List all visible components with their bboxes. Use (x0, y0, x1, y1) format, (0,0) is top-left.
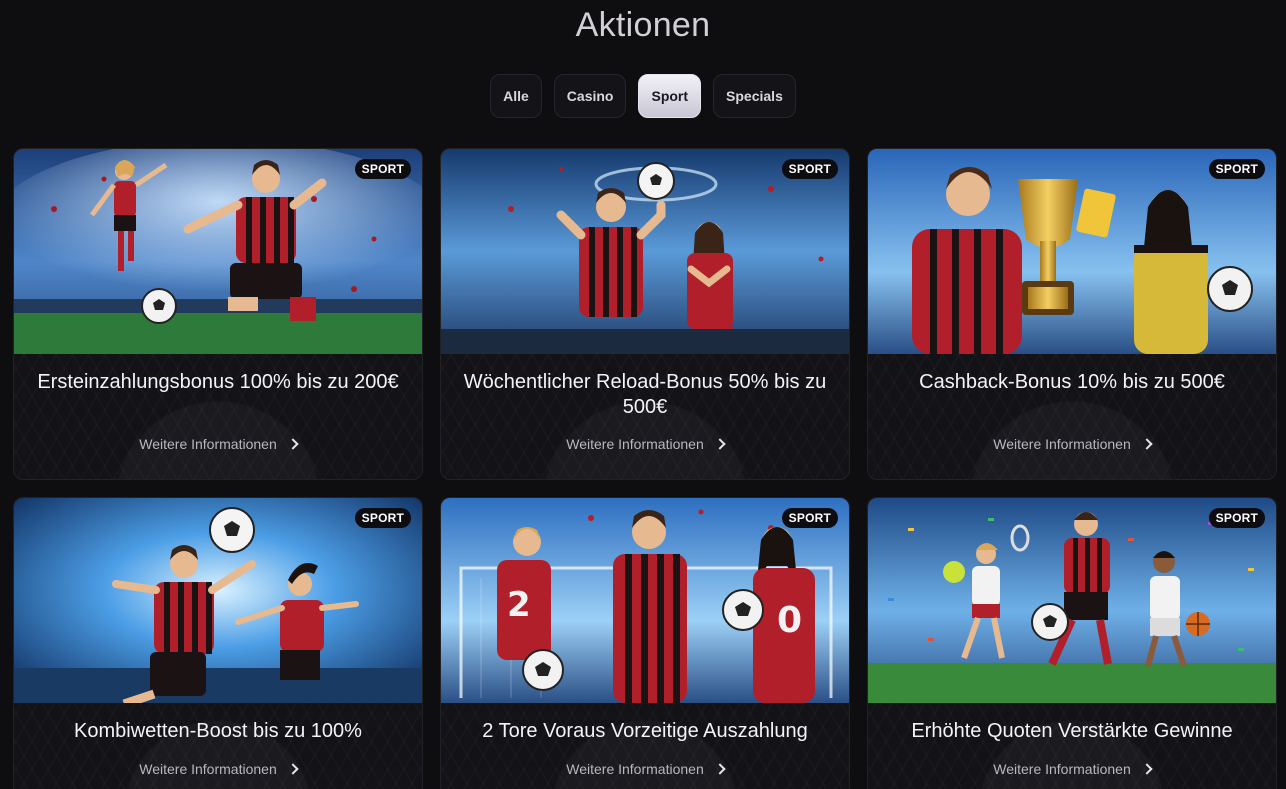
chevron-right-icon (287, 763, 299, 775)
more-info-label: Weitere Informationen (139, 436, 277, 452)
more-info-label: Weitere Informationen (993, 436, 1131, 452)
promo-image (14, 149, 422, 354)
more-info-link[interactable]: Weitere Informationen (868, 436, 1276, 452)
promo-title: Cashback-Bonus 10% bis zu 500€ (919, 371, 1225, 393)
more-info-link[interactable]: Weitere Informationen (441, 436, 849, 452)
promo-image (441, 149, 849, 354)
tab-alle[interactable]: Alle (490, 74, 542, 118)
promo-card[interactable]: SPORT Erhöhte Quoten Verstärkte Gewinne … (867, 497, 1277, 789)
chevron-right-icon (287, 438, 299, 450)
sport-badge: SPORT (1208, 159, 1265, 179)
promo-title: Ersteinzahlungsbonus 100% bis zu 200€ (37, 371, 399, 393)
promo-title: Kombiwetten-Boost bis zu 100% (74, 720, 362, 742)
sport-badge: SPORT (1208, 508, 1265, 528)
more-info-label: Weitere Informationen (139, 761, 277, 777)
promo-image (868, 498, 1276, 703)
tab-casino[interactable]: Casino (553, 74, 627, 118)
sport-badge: SPORT (781, 508, 838, 528)
more-info-label: Weitere Informationen (993, 761, 1131, 777)
promo-title: Wöchentlicher Reload-Bonus 50% bis zu 50… (463, 371, 827, 418)
promo-image (868, 149, 1276, 354)
promo-card[interactable]: SPORT Ersteinzahlungsbonus 100% bis zu 2… (13, 148, 423, 480)
chevron-right-icon (714, 763, 726, 775)
sport-badge: SPORT (354, 508, 411, 528)
category-tabs: Alle Casino Sport Specials (0, 74, 1286, 118)
page-title: Aktionen (575, 6, 711, 44)
promo-image: 2 0 (441, 498, 849, 703)
sport-badge: SPORT (354, 159, 411, 179)
more-info-link[interactable]: Weitere Informationen (14, 436, 422, 452)
promo-card[interactable]: 2 0 SPORT 2 Tore Voraus Vorzeitige Ausza… (440, 497, 850, 789)
chevron-right-icon (1141, 438, 1153, 450)
more-info-link[interactable]: Weitere Informationen (868, 761, 1276, 777)
tab-specials[interactable]: Specials (713, 74, 796, 118)
more-info-link[interactable]: Weitere Informationen (441, 761, 849, 777)
more-info-link[interactable]: Weitere Informationen (14, 761, 422, 777)
promo-title: Erhöhte Quoten Verstärkte Gewinne (911, 720, 1233, 742)
promo-image (14, 498, 422, 703)
more-info-label: Weitere Informationen (566, 436, 704, 452)
svg-text:0: 0 (777, 600, 802, 641)
promo-card[interactable]: SPORT Wöchentlicher Reload-Bonus 50% bis… (440, 148, 850, 480)
sport-badge: SPORT (781, 159, 838, 179)
promo-card[interactable]: SPORT Cashback-Bonus 10% bis zu 500€ Wei… (867, 148, 1277, 480)
chevron-right-icon (1141, 763, 1153, 775)
svg-text:2: 2 (507, 585, 531, 625)
promotion-grid: SPORT Ersteinzahlungsbonus 100% bis zu 2… (13, 148, 1277, 789)
promotions-page: Aktionen Alle Casino Sport Specials SPOR… (0, 0, 1286, 789)
promo-title: 2 Tore Voraus Vorzeitige Auszahlung (482, 720, 808, 742)
chevron-right-icon (714, 438, 726, 450)
more-info-label: Weitere Informationen (566, 761, 704, 777)
tab-sport[interactable]: Sport (638, 74, 702, 118)
promo-card[interactable]: SPORT Kombiwetten-Boost bis zu 100% Weit… (13, 497, 423, 789)
